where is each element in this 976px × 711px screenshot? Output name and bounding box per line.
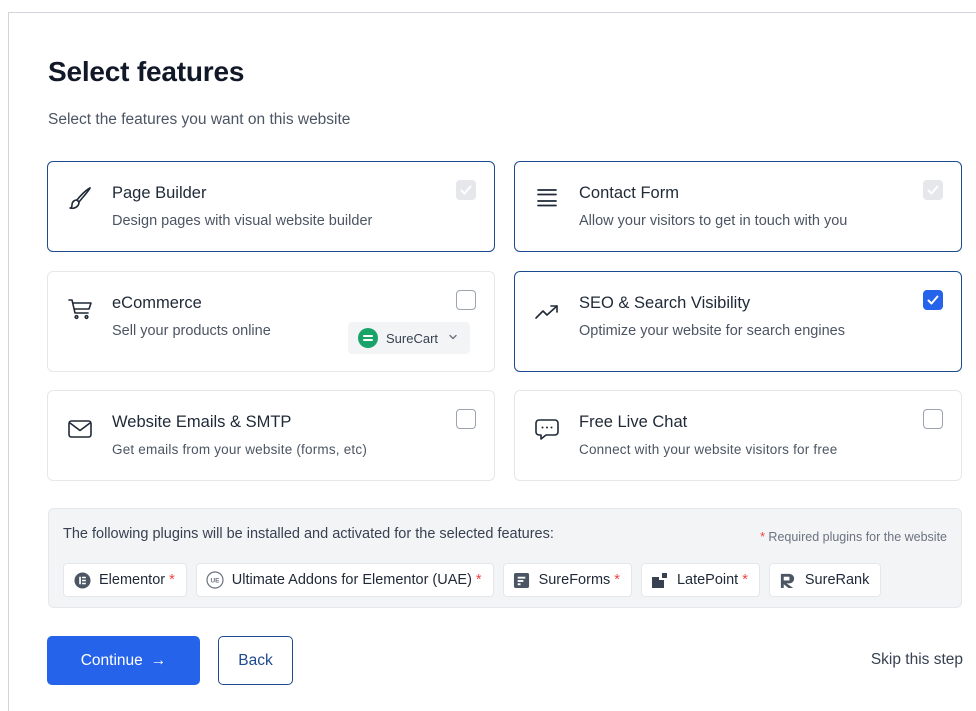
form-lines-icon [533,184,561,212]
plugin-chip-uae: UE Ultimate Addons for Elementor (UAE) * [195,563,494,597]
continue-button[interactable]: Continue → [47,636,200,685]
feature-description: Design pages with visual website builder [112,213,373,229]
feature-card-page-builder[interactable]: Page Builder Design pages with visual we… [47,161,495,252]
page-title: Select features [48,56,245,87]
chat-bubble-icon [533,415,561,443]
svg-text:UE: UE [210,578,220,585]
feature-description: Allow your visitors to get in touch with… [579,213,848,229]
required-note: * Required plugins for the website [760,530,947,544]
uae-logo-icon: UE [206,571,224,589]
plugin-chip-surerank: SureRank [768,563,882,597]
surecart-logo-icon [358,328,378,348]
feature-checkbox[interactable] [456,180,476,200]
plugin-name: Ultimate Addons for Elementor (UAE) [231,572,472,588]
plugin-name: Elementor [99,572,166,588]
plugin-list: Elementor * UE Ultimate Addons for Eleme… [63,563,882,597]
feature-name: eCommerce [112,294,202,312]
plugin-chip-latepoint: LatePoint * [640,563,760,597]
plugin-name: SureRank [804,572,870,588]
sureforms-logo-icon [513,571,531,589]
arrow-right-icon: → [150,651,167,669]
required-star: * [475,572,482,588]
feature-checkbox[interactable] [923,409,943,429]
feature-description: Optimize your website for search engines [579,323,845,339]
plugin-name: SureForms [538,572,611,588]
brush-icon [66,184,94,212]
required-star: * [742,572,748,588]
provider-label: SureCart [386,330,439,346]
trending-up-icon [533,298,561,326]
chevron-down-icon [448,332,458,345]
elementor-logo-icon [73,571,91,589]
feature-card-live-chat[interactable]: Free Live Chat Connect with your website… [514,390,962,481]
feature-name: Website Emails & SMTP [112,413,292,431]
continue-label: Continue [80,651,143,669]
feature-checkbox[interactable] [456,409,476,429]
plugin-chip-elementor: Elementor * [63,563,187,597]
feature-name: Free Live Chat [579,413,688,431]
mail-icon [66,415,94,443]
ecommerce-provider-select[interactable]: SureCart [348,322,471,354]
back-button[interactable]: Back [218,636,293,685]
feature-description: Get emails from your website (forms, etc… [112,442,368,457]
feature-card-seo[interactable]: SEO & Search Visibility Optimize your we… [514,271,962,372]
feature-checkbox[interactable] [923,180,943,200]
feature-checkbox[interactable] [923,290,943,310]
plugins-panel: The following plugins will be installed … [48,508,962,608]
feature-description: Connect with your website visitors for f… [579,442,838,457]
plugin-name: LatePoint [676,572,739,588]
plugins-intro: The following plugins will be installed … [63,526,554,542]
required-star: * [760,530,765,544]
required-star: * [169,572,175,588]
skip-step-link[interactable]: Skip this step [871,651,963,669]
required-note-text: Required plugins for the website [768,530,947,544]
feature-card-ecommerce[interactable]: eCommerce Sell your products online Sure… [47,271,495,372]
latepoint-logo-icon [651,571,669,589]
plugin-chip-sureforms: SureForms * [502,563,632,597]
feature-name: SEO & Search Visibility [579,294,751,312]
feature-card-emails-smtp[interactable]: Website Emails & SMTP Get emails from yo… [47,390,495,481]
feature-name: Page Builder [112,184,207,202]
cart-icon [66,294,94,322]
required-star: * [614,572,620,588]
surerank-logo-icon [779,571,797,589]
page-subtitle: Select the features you want on this web… [48,111,351,128]
feature-checkbox[interactable] [456,290,476,310]
feature-name: Contact Form [579,184,679,202]
feature-card-contact-form[interactable]: Contact Form Allow your visitors to get … [514,161,962,252]
feature-description: Sell your products online [112,323,271,339]
